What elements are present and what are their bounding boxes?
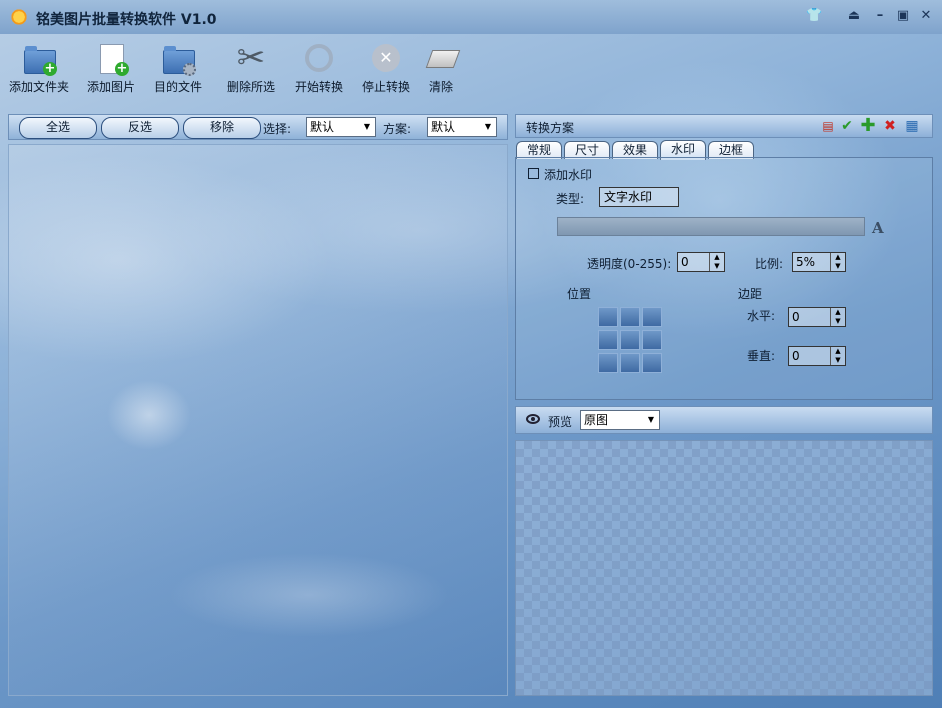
delete-selected-label: 删除所选 — [226, 80, 275, 94]
position-top-right[interactable] — [642, 307, 662, 327]
vertical-margin-spinner[interactable]: 0 ▲ ▼ — [788, 346, 846, 366]
transparency-label: 透明度(0-255): — [587, 257, 672, 271]
add-folder-button[interactable]: + 添加文件夹 — [4, 40, 74, 95]
eye-icon — [526, 414, 540, 424]
file-list-toolbar: 全选 反选 移除 选择: 默认 ▼ 方案: 默认 ▼ — [8, 114, 508, 140]
transparency-spinner[interactable]: 0 ▲ ▼ — [677, 252, 725, 272]
select-value: 默认 — [310, 120, 335, 134]
add-image-label: 添加图片 — [86, 80, 135, 94]
recycle-icon — [303, 42, 335, 74]
vertical-margin-value: 0 — [792, 349, 800, 363]
watermark-text-input[interactable] — [557, 217, 865, 236]
horizontal-margin-spinner[interactable]: 0 ▲ ▼ — [788, 307, 846, 327]
close-icon[interactable]: ✕ — [918, 9, 934, 23]
add-watermark-checkbox[interactable] — [528, 168, 539, 179]
select-label: 选择: — [263, 122, 292, 136]
position-grid — [598, 307, 664, 375]
type-label: 类型: — [556, 192, 585, 206]
stop-icon: ✕ — [370, 42, 402, 74]
position-bottom-center[interactable] — [620, 353, 640, 373]
preview-mode-value: 原图 — [584, 413, 609, 427]
position-label: 位置 — [567, 287, 592, 301]
scheme-label: 方案: — [383, 122, 412, 136]
minimize-icon[interactable]: – — [872, 9, 888, 23]
scissors-icon: ✂ — [236, 38, 266, 78]
dropdown-arrow-icon: ▼ — [484, 122, 492, 131]
position-top-center[interactable] — [620, 307, 640, 327]
vertical-label: 垂直: — [747, 349, 776, 363]
scheme-value: 默认 — [431, 120, 456, 134]
file-list-panel[interactable] — [8, 144, 508, 696]
dropdown-arrow-icon: ▼ — [647, 415, 655, 424]
position-middle-left[interactable] — [598, 330, 618, 350]
skin-icon[interactable]: 👕 — [806, 9, 822, 23]
select-all-button[interactable]: 全选 — [19, 117, 97, 139]
watermark-type-field[interactable]: 文字水印 — [599, 187, 679, 207]
select-dropdown[interactable]: 默认 ▼ — [306, 117, 376, 137]
ratio-spinner[interactable]: 5% ▲ ▼ — [792, 252, 846, 272]
add-watermark-label: 添加水印 — [544, 168, 593, 182]
spinner-arrows-icon[interactable]: ▲ ▼ — [709, 253, 724, 271]
save-icon[interactable]: ▦ — [904, 118, 920, 134]
scheme-dropdown[interactable]: 默认 ▼ — [427, 117, 497, 137]
horizontal-label: 水平: — [747, 309, 776, 323]
font-icon[interactable]: A — [872, 219, 884, 237]
maximize-icon[interactable]: ▣ — [895, 9, 911, 23]
window-title: 铭美图片批量转换软件 V1.0 — [36, 12, 217, 28]
spinner-arrows-icon[interactable]: ▲ ▼ — [830, 308, 845, 326]
preview-label: 预览 — [548, 415, 573, 429]
target-file-label: 目的文件 — [153, 80, 202, 94]
preview-header: 预览 原图 ▼ — [515, 406, 933, 434]
collapse-icon[interactable]: ⏏ — [846, 9, 862, 23]
spinner-arrows-icon[interactable]: ▲ ▼ — [830, 347, 845, 365]
confirm-icon[interactable]: ✔ — [839, 118, 855, 134]
position-bottom-left[interactable] — [598, 353, 618, 373]
delete-selected-button[interactable]: ✂ 删除所选 — [216, 40, 286, 95]
sun-app-icon — [10, 8, 28, 26]
start-convert-label: 开始转换 — [294, 80, 343, 94]
transparency-value: 0 — [681, 255, 689, 269]
folder-add-icon: + — [23, 42, 57, 76]
preview-canvas — [515, 440, 933, 696]
scheme-header: 转换方案 ▤ ✔ ✚ ✖ ▦ — [515, 114, 933, 138]
preview-mode-dropdown[interactable]: 原图 ▼ — [580, 410, 660, 430]
start-convert-button[interactable]: 开始转换 — [284, 40, 354, 95]
delete-icon[interactable]: ✖ — [882, 118, 898, 134]
position-bottom-right[interactable] — [642, 353, 662, 373]
eraser-icon — [425, 42, 461, 74]
add-folder-label: 添加文件夹 — [8, 80, 69, 94]
target-file-button[interactable]: 目的文件 — [143, 40, 213, 95]
title-bar: 铭美图片批量转换软件 V1.0 👕 ⏏ – ▣ ✕ — [0, 0, 942, 34]
clear-label: 清除 — [428, 80, 453, 94]
position-middle-right[interactable] — [642, 330, 662, 350]
spinner-arrows-icon[interactable]: ▲ ▼ — [830, 253, 845, 271]
margin-label: 边距 — [738, 287, 763, 301]
position-center[interactable] — [620, 330, 640, 350]
scheme-title: 转换方案 — [526, 121, 575, 135]
remove-button[interactable]: 移除 — [183, 117, 261, 139]
ratio-label: 比例: — [755, 257, 784, 271]
add-image-button[interactable]: + 添加图片 — [76, 40, 146, 95]
image-add-icon: + — [95, 42, 129, 76]
clear-button[interactable]: 清除 — [406, 40, 476, 95]
dropdown-arrow-icon: ▼ — [363, 122, 371, 131]
new-scheme-icon[interactable]: ▤ — [820, 118, 836, 134]
ratio-value: 5% — [796, 255, 816, 269]
position-top-left[interactable] — [598, 307, 618, 327]
add-icon[interactable]: ✚ — [860, 117, 876, 135]
folder-settings-icon — [162, 42, 196, 76]
horizontal-margin-value: 0 — [792, 310, 800, 324]
invert-selection-button[interactable]: 反选 — [101, 117, 179, 139]
